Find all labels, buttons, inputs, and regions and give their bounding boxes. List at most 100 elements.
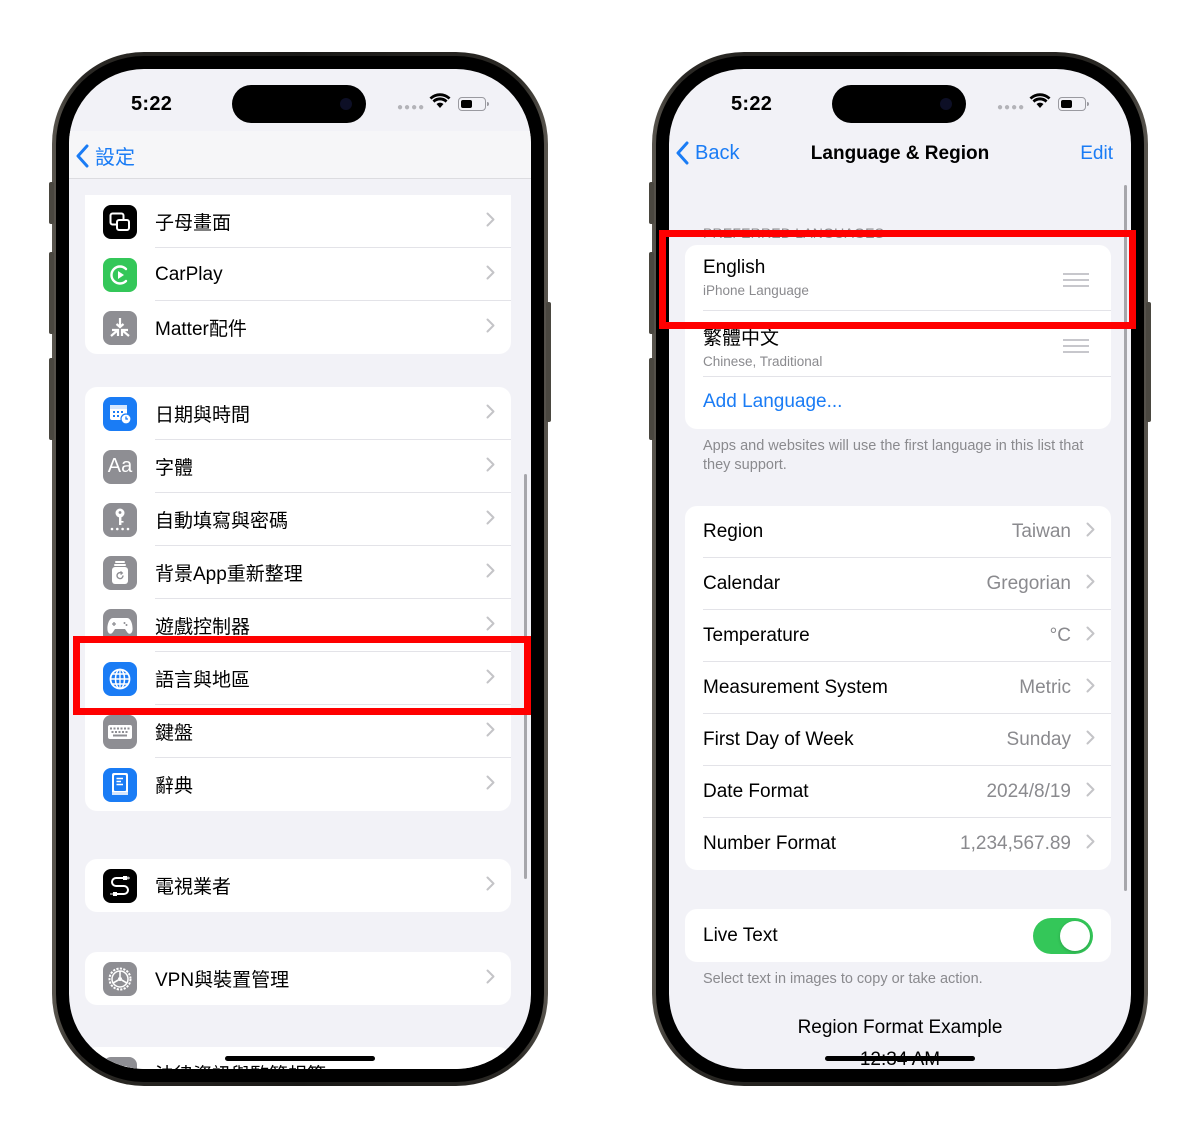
left-phone-frame: 5:22 ●●●● 設定 子母畫面 CarPlay Matter配件 日期與時間 Aa 字… [49,52,551,1086]
settings-row[interactable]: Aa 字體 [85,440,511,493]
language-subtitle: iPhone Language [703,283,809,298]
settings-row-label: CarPlay [155,263,223,285]
chevron-right-icon [1086,574,1095,589]
wifi-icon [429,93,451,114]
chevron-right-icon [1086,782,1095,802]
wifi-icon [1029,93,1051,114]
power-button [546,302,551,422]
camera-icon [340,98,352,110]
live-text-footnote: Select text in images to copy or take ac… [703,971,983,987]
settings-row[interactable]: 語言與地區 [85,652,511,705]
region-setting-row[interactable]: Temperature °C [685,610,1111,662]
setting-value: Sunday [1006,729,1071,750]
chevron-right-icon [486,876,495,896]
back-button[interactable]: 設定 [75,141,135,170]
settings-row[interactable]: 背景App重新整理 [85,546,511,599]
settings-row[interactable]: Matter配件 [85,301,511,354]
live-text-section: Live Text Select text in images to copy … [685,909,1111,989]
chevron-right-icon [1086,626,1095,646]
camera-icon [940,98,952,110]
chevron-right-icon [486,404,495,418]
region-setting-row[interactable]: Calendar Gregorian [685,558,1111,610]
chevron-right-icon [486,318,495,338]
carplay-icon [103,257,137,292]
settings-group-card: VPN與裝置管理 [85,952,511,1005]
chevron-right-icon [486,265,495,279]
chevron-right-icon [486,1064,493,1069]
chevron-right-icon [486,563,495,577]
chevron-right-icon [1086,782,1095,797]
languages-footnote: Apps and websites will use the first lan… [703,438,1084,473]
add-language-button[interactable]: Add Language... [685,377,1111,429]
region-format-example-title: Region Format Example [797,1017,1003,1038]
settings-row[interactable]: 自動填寫與密碼 [85,493,511,546]
battery-icon [458,97,489,111]
settings-row[interactable]: 辭典 [85,758,511,811]
setting-value: 2024/8/19 [986,781,1071,802]
region-setting-row[interactable]: Measurement System Metric [685,662,1111,714]
preferred-languages-section: Preferred Languages [685,225,1111,241]
home-indicator[interactable] [825,1056,975,1061]
chevron-right-icon [486,722,495,736]
chevron-right-icon [486,404,495,424]
setting-label: Number Format [703,833,837,854]
chevron-right-icon [486,457,495,471]
live-text-group: Live Text [685,909,1111,962]
settings-row-label: 自動填寫與密碼 [155,511,289,532]
region-setting-row[interactable]: Number Format 1,234,567.89 [685,818,1111,870]
settings-group: 子母畫面 CarPlay Matter配件 [85,195,511,354]
chevron-right-icon [1086,834,1095,854]
chevron-right-icon [486,876,495,890]
settings-row-label: 電視業者 [155,877,232,898]
drag-handle-icon[interactable] [1063,339,1089,357]
chevron-right-icon [1086,730,1095,745]
right-screen: 5:22 ●●●● Back Language & Region Edit Pr… [669,69,1131,1069]
settings-row-label: 鍵盤 [155,723,194,744]
chevron-right-icon [486,775,495,789]
language-row[interactable]: 繁體中文 Chinese, Traditional [685,311,1111,377]
chevron-right-icon [486,616,495,636]
language-row[interactable]: English iPhone Language [685,245,1111,311]
region-setting-row[interactable]: First Day of Week Sunday [685,714,1111,766]
chevron-left-icon [76,144,89,167]
home-indicator[interactable] [225,1056,375,1061]
status-bar: 5:22 ●●●● [669,69,1131,131]
dynamic-island [232,85,366,123]
settings-row[interactable]: 遊戲控制器 [85,599,511,652]
volume-down-button [649,358,654,440]
edit-button[interactable]: Edit [1080,143,1113,165]
settings-row[interactable]: 子母畫面 [85,195,511,248]
region-setting-row[interactable]: Region Taiwan [685,506,1111,558]
settings-row-label: 子母畫面 [155,213,232,234]
chevron-right-icon [486,669,495,689]
settings-group: 日期與時間 Aa 字體自動填寫與密碼背景App重新整理 遊戲控制器 語言與地區鍵盤辭典 [85,387,511,811]
tv-provider-icon [103,868,137,903]
chevron-right-icon [486,669,495,683]
setting-value: °C [1049,625,1071,646]
languages-list: English iPhone Language 繁體中文 Chinese, Tr… [685,245,1111,429]
battery-icon [1058,97,1089,111]
language-name: English [703,257,766,278]
scrollbar[interactable] [1124,185,1127,891]
background-refresh-icon [103,555,137,590]
setting-label: Calendar [703,573,781,594]
keyboard-icon [103,714,137,749]
legal-icon [103,1056,137,1069]
globe-icon [103,661,137,696]
dictionary-icon [103,767,137,802]
settings-row[interactable]: 鍵盤 [85,705,511,758]
dynamic-island [832,85,966,123]
settings-group-card: 電視業者 [85,859,511,912]
scrollbar[interactable] [524,474,527,879]
settings-row-label: 字體 [155,458,194,479]
live-text-toggle[interactable] [1033,917,1093,954]
settings-row[interactable]: 電視業者 [85,859,511,912]
settings-row[interactable]: 日期與時間 [85,387,511,440]
back-label: 設定 [95,147,135,169]
chevron-right-icon [1086,626,1095,641]
settings-row[interactable]: VPN與裝置管理 [85,952,511,1005]
region-setting-row[interactable]: Date Format 2024/8/19 [685,766,1111,818]
settings-row-label: 辭典 [155,776,194,797]
settings-row[interactable]: CarPlay [85,248,511,301]
drag-handle-icon[interactable] [1063,273,1089,291]
